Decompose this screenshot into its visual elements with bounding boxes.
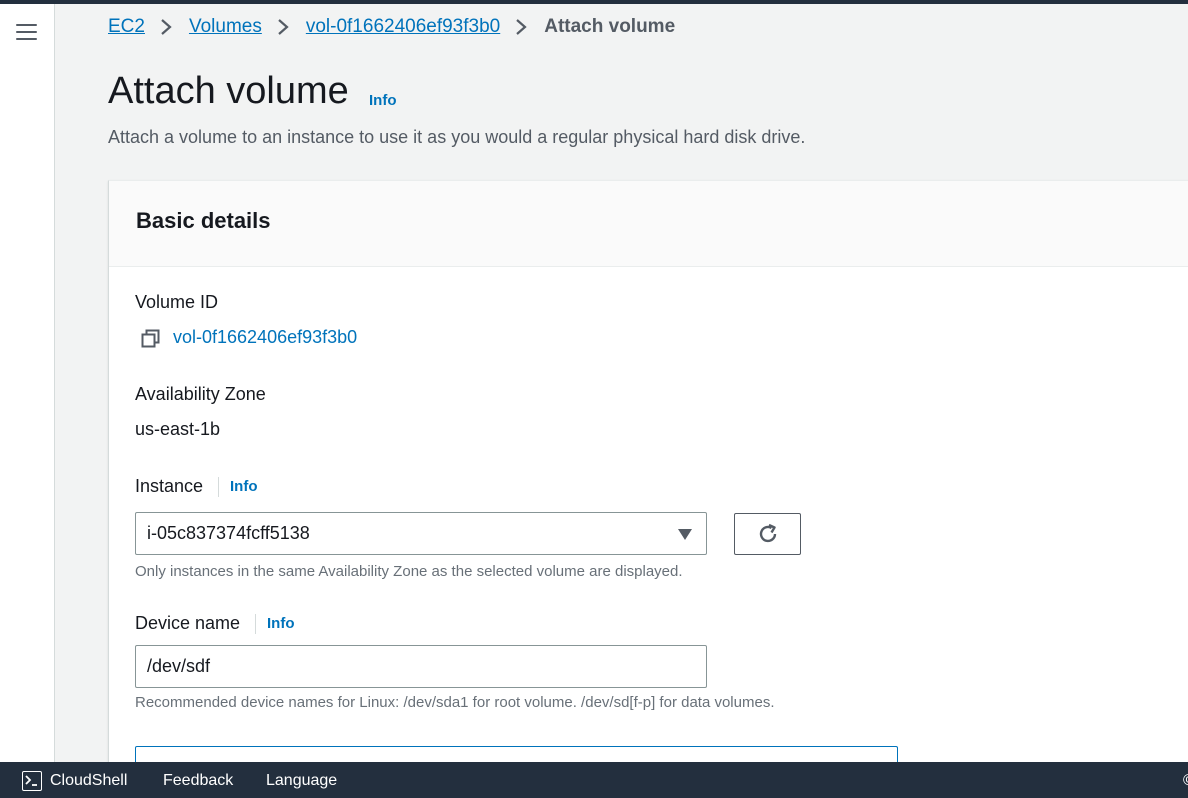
instance-select[interactable]: i-05c837374fcff5138 [135,512,707,555]
language-button[interactable]: Language [266,772,337,790]
feedback-button[interactable]: Feedback [163,772,233,790]
cloudshell-icon[interactable] [22,771,42,791]
instance-select-value: i-05c837374fcff5138 [147,523,310,543]
device-name-label: Device name [135,613,241,633]
page-description: Attach a volume to an instance to use it… [108,127,806,147]
instance-label: Instance [135,476,204,496]
console-footer: CloudShell Feedback Language © [0,762,1188,798]
caret-down-icon [678,529,692,540]
basic-details-panel: Basic details [108,180,1188,780]
chevron-right-icon [262,15,306,39]
device-name-input[interactable] [135,645,707,688]
side-navigation [0,4,55,762]
breadcrumb-volumes[interactable]: Volumes [189,16,262,38]
panel-title: Basic details [136,208,271,233]
page-title: Attach volume [108,70,349,112]
breadcrumb: EC2 Volumes vol-0f1662406ef93f3b0 Attach… [108,15,675,39]
copyright-text: © [1183,772,1188,790]
device-name-hint: Recommended device names for Linux: /dev… [135,694,775,711]
chevron-right-icon [145,15,189,39]
availability-zone-label: Availability Zone [135,384,266,404]
instance-hint: Only instances in the same Availability … [135,563,683,580]
refresh-icon [759,523,777,543]
breadcrumb-current: Attach volume [544,16,676,37]
volume-id-label: Volume ID [135,292,219,312]
copy-icon[interactable] [140,328,161,349]
breadcrumb-volume-id[interactable]: vol-0f1662406ef93f3b0 [306,16,500,38]
breadcrumb-ec2[interactable]: EC2 [108,16,145,38]
device-name-info-link[interactable]: Info [255,614,295,634]
chevron-right-icon [500,15,544,39]
refresh-instances-button[interactable] [734,513,801,555]
hamburger-menu-icon[interactable] [16,23,38,41]
volume-id-link[interactable]: vol-0f1662406ef93f3b0 [173,327,357,348]
panel-header: Basic details [109,181,1188,267]
availability-zone-value: us-east-1b [135,419,221,439]
page-info-link[interactable]: Info [369,92,397,109]
instance-info-link[interactable]: Info [218,477,258,497]
top-bar [0,0,1188,4]
cloudshell-button[interactable]: CloudShell [50,772,127,790]
